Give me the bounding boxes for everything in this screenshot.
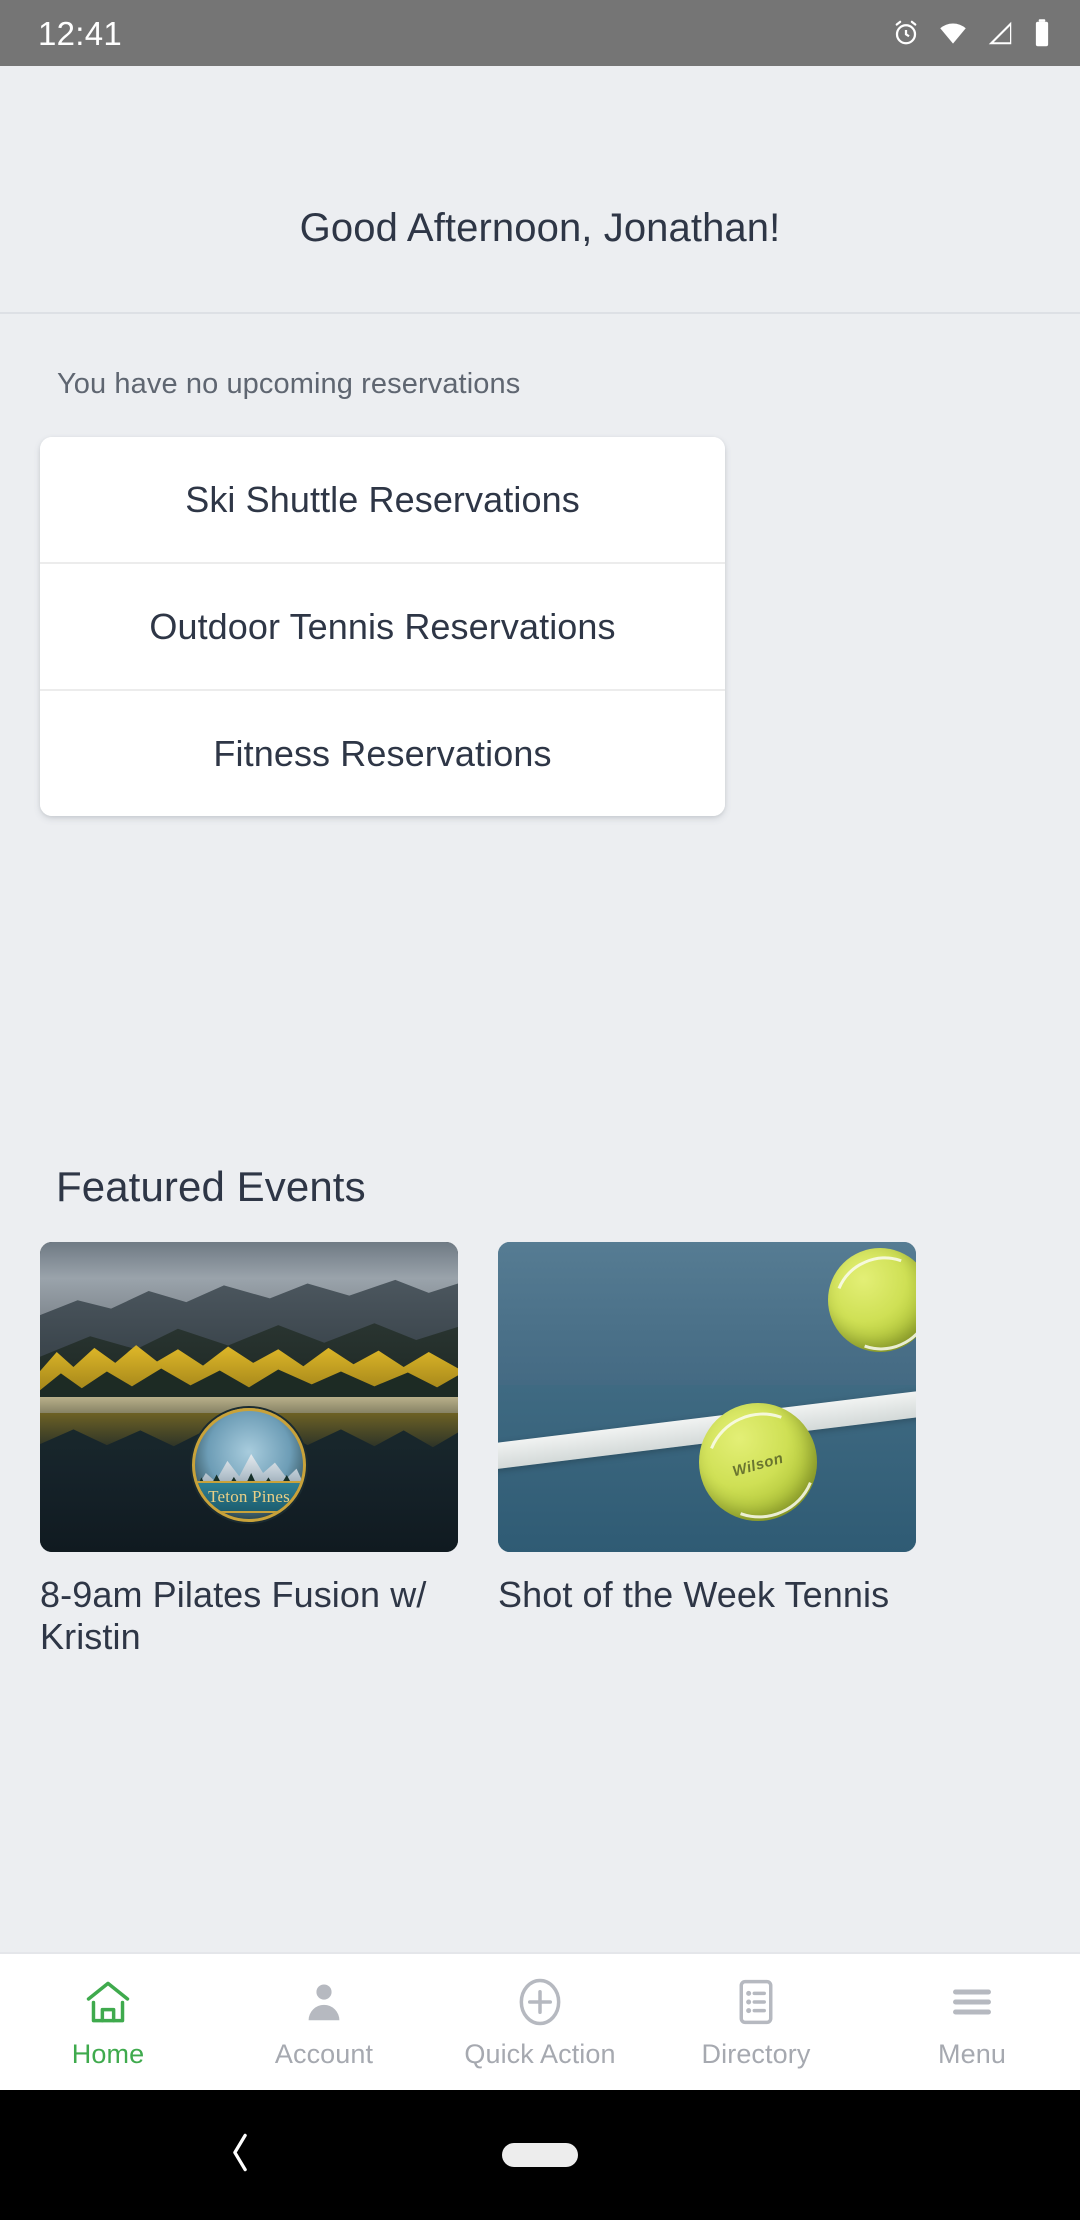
- featured-events-carousel[interactable]: Teton Pines 8-9am Pilates Fusion w/ Kris…: [0, 1242, 1080, 1712]
- featured-events-title: Featured Events: [56, 1163, 366, 1210]
- battery-icon: [1032, 18, 1052, 48]
- tennis-ball-foreground: Wilson: [689, 1394, 833, 1536]
- featured-event-card[interactable]: Teton Pines 8-9am Pilates Fusion w/ Kris…: [40, 1242, 458, 1712]
- tab-quick-action[interactable]: Quick Action: [432, 1954, 648, 2090]
- wifi-icon: [938, 18, 968, 48]
- back-chevron-icon[interactable]: [225, 2129, 255, 2182]
- plus-circle-icon: [512, 1975, 568, 2029]
- hamburger-menu-icon: [946, 1975, 998, 2029]
- greeting-header: Good Afternoon, Jonathan!: [0, 66, 1080, 314]
- tennis-court-photo: Wilson: [498, 1242, 916, 1552]
- event-title: Shot of the Week Tennis: [498, 1574, 890, 1615]
- event-title: 8-9am Pilates Fusion w/ Kristin: [40, 1574, 427, 1657]
- tab-label: Directory: [701, 2038, 811, 2069]
- featured-event-card[interactable]: Wilson Shot of the Week Tennis: [498, 1242, 916, 1712]
- tab-home[interactable]: Home: [0, 1954, 216, 2090]
- tab-label: Quick Action: [464, 2038, 616, 2069]
- reservation-options-card: Ski Shuttle Reservations Outdoor Tennis …: [40, 437, 725, 816]
- tab-directory[interactable]: Directory: [648, 1954, 864, 2090]
- app-screen: 12:41 Good Afternoon, Jonathan! You have…: [0, 0, 1080, 2220]
- no-reservations-message: You have no upcoming reservations: [57, 368, 521, 400]
- bottom-tab-bar: Home Account Quick Action Directory Menu: [0, 1952, 1080, 2090]
- teton-pines-logo-badge: Teton Pines: [192, 1408, 306, 1523]
- tab-account[interactable]: Account: [216, 1954, 432, 2090]
- logo-name-text: Teton Pines: [208, 1486, 290, 1506]
- person-icon: [298, 1975, 350, 2029]
- reservation-option-outdoor-tennis[interactable]: Outdoor Tennis Reservations: [40, 562, 725, 689]
- status-bar-clock: 12:41: [38, 14, 123, 52]
- greeting-text: Good Afternoon, Jonathan!: [299, 205, 781, 250]
- tab-label: Account: [274, 2038, 374, 2069]
- status-bar-icons: [891, 18, 1052, 48]
- event-image-autumn-pond: Teton Pines: [40, 1242, 458, 1552]
- tab-label: Menu: [938, 2038, 1006, 2069]
- tab-menu[interactable]: Menu: [864, 1954, 1080, 2090]
- android-navigation-bar: [0, 2090, 1080, 2220]
- event-image-tennis-balls: Wilson: [498, 1242, 916, 1552]
- main-content: You have no upcoming reservations Make a…: [0, 316, 1080, 1952]
- autumn-pond-photo: Teton Pines: [40, 1242, 458, 1552]
- list-document-icon: [730, 1975, 782, 2029]
- tab-label: Home: [71, 2038, 145, 2069]
- status-bar: 12:41: [0, 0, 1080, 66]
- reservation-option-fitness[interactable]: Fitness Reservations: [40, 689, 725, 816]
- reservation-option-ski-shuttle[interactable]: Ski Shuttle Reservations: [40, 437, 725, 562]
- cellular-signal-icon: [985, 18, 1015, 48]
- home-pill-indicator[interactable]: [502, 2143, 578, 2167]
- home-icon: [82, 1975, 134, 2029]
- logo-name-banner: Teton Pines: [195, 1480, 303, 1513]
- alarm-icon: [891, 18, 921, 48]
